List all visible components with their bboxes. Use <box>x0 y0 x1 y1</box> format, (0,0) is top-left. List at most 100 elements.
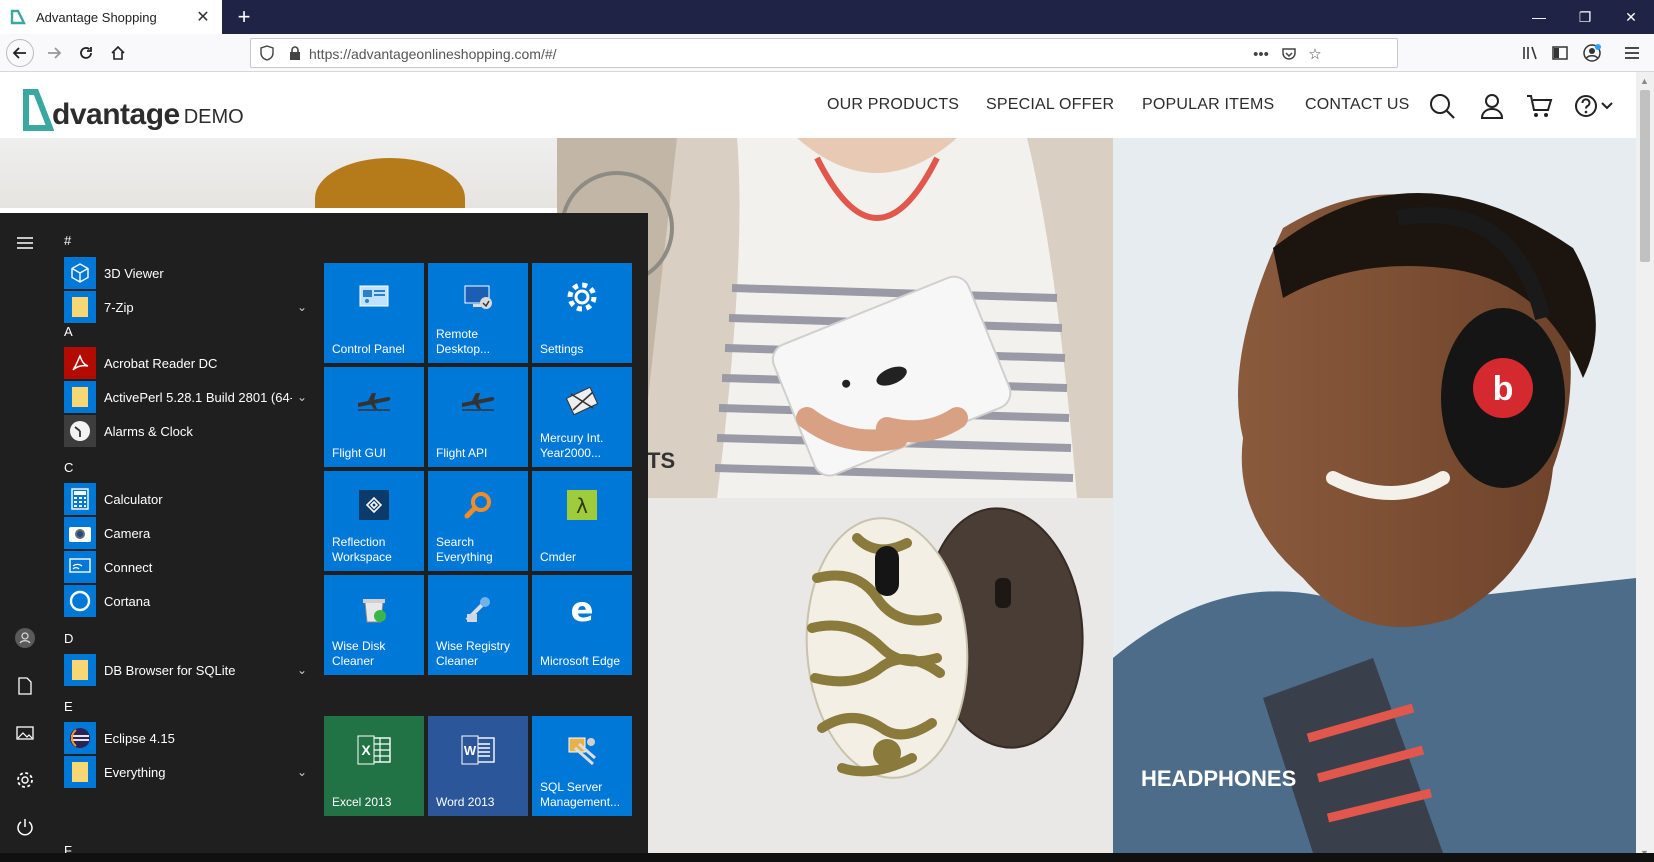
restore-icon[interactable]: ❐ <box>1562 0 1608 34</box>
nav-special-offer[interactable]: SPECIAL OFFER <box>986 96 1114 114</box>
tile-wise-disk-cleaner[interactable]: Wise Disk Cleaner <box>324 575 424 675</box>
nav-contact-us[interactable]: CONTACT US <box>1305 96 1410 114</box>
app-everything[interactable]: Everything ⌄ <box>64 755 312 789</box>
hamburger-menu-icon[interactable] <box>1620 41 1644 65</box>
tile-wise-registry-cleaner[interactable]: Wise Registry Cleaner <box>428 575 528 675</box>
cube-icon <box>64 257 96 289</box>
tile-word-2013[interactable]: W Word 2013 <box>428 716 528 816</box>
hero-speakers-image[interactable] <box>0 138 557 208</box>
taskbar-strip[interactable] <box>0 853 1654 862</box>
page-actions-icon[interactable]: ••• <box>1251 44 1271 64</box>
tile-reflection[interactable]: Reflection Workspace <box>324 471 424 571</box>
tile-remote-desktop[interactable]: Remote Desktop... <box>428 263 528 363</box>
gear-icon <box>562 277 602 317</box>
search-icon[interactable] <box>1428 92 1456 120</box>
app-3d-viewer[interactable]: 3D Viewer <box>64 256 312 290</box>
sql-server-icon <box>562 730 602 770</box>
section-letter-c[interactable]: C <box>64 460 73 475</box>
app-db-browser[interactable]: DB Browser for SQLite ⌄ <box>64 653 312 687</box>
settings-gear-icon[interactable] <box>13 768 37 792</box>
tile-label: Mercury Int. Year2000... <box>540 431 604 460</box>
forward-arrow-icon[interactable] <box>40 39 68 67</box>
lock-icon[interactable] <box>287 45 303 61</box>
tile-label: Search Everything <box>436 535 493 564</box>
back-arrow-icon[interactable] <box>6 39 34 67</box>
tile-label: Cmder <box>540 550 577 564</box>
browser-tab[interactable]: Advantage Shopping ✕ <box>0 0 222 34</box>
section-letter-a[interactable]: A <box>64 324 73 339</box>
tile-label: Settings <box>540 342 584 356</box>
scroll-up-icon[interactable]: ▲ <box>1640 76 1649 86</box>
home-icon[interactable] <box>104 39 132 67</box>
nav-our-products[interactable]: OUR PRODUCTS <box>827 96 959 114</box>
section-letter-e[interactable]: E <box>64 699 73 714</box>
chevron-down-icon[interactable]: ⌄ <box>292 663 312 677</box>
app-label: Camera <box>104 525 151 541</box>
nav-popular-items[interactable]: POPULAR ITEMS <box>1142 96 1274 114</box>
user-avatar-icon[interactable] <box>13 626 37 650</box>
app-acrobat-reader[interactable]: Acrobat Reader DC <box>64 346 312 380</box>
tile-search-everything[interactable]: Search Everything <box>428 471 528 571</box>
tracking-shield-icon[interactable] <box>259 45 275 61</box>
page-scrollbar[interactable]: ▲ ▼ <box>1636 72 1654 862</box>
library-icon[interactable] <box>1518 41 1542 65</box>
app-alarms-clock[interactable]: Alarms & Clock <box>64 414 312 448</box>
tile-flight-api[interactable]: Flight API <box>428 367 528 467</box>
calculator-icon <box>64 483 96 515</box>
tile-excel-2013[interactable]: X Excel 2013 <box>324 716 424 816</box>
tile-microsoft-edge[interactable]: e Microsoft Edge <box>532 575 632 675</box>
app-calculator[interactable]: Calculator <box>64 482 312 516</box>
app-7zip[interactable]: 7-Zip ⌄ <box>64 290 312 324</box>
registry-cleaner-icon <box>458 589 498 629</box>
connect-icon <box>64 551 96 583</box>
new-tab-button[interactable]: + <box>230 3 258 31</box>
reflection-icon <box>354 485 394 525</box>
power-icon[interactable] <box>13 815 37 839</box>
close-window-icon[interactable]: ✕ <box>1608 0 1654 34</box>
tile-cmder[interactable]: λ Cmder <box>532 471 632 571</box>
app-label: Cortana <box>104 593 151 609</box>
hero-headphones-image[interactable]: b HEADPHONES <box>1113 138 1636 853</box>
tile-label: Flight API <box>436 446 488 460</box>
cart-icon[interactable] <box>1525 92 1553 120</box>
app-connect[interactable]: Connect <box>64 550 312 584</box>
minimize-icon[interactable]: ― <box>1516 0 1562 34</box>
url-text[interactable]: https://advantageonlineshopping.com/#/ <box>309 46 557 62</box>
tile-mercury[interactable]: Mercury Int. Year2000... <box>532 367 632 467</box>
address-bar[interactable]: https://advantageonlineshopping.com/#/ •… <box>250 38 1398 68</box>
bookmark-star-icon[interactable]: ☆ <box>1305 44 1325 64</box>
speaker-shape <box>315 158 465 208</box>
app-eclipse[interactable]: Eclipse 4.15 <box>64 721 312 755</box>
app-cortana[interactable]: Cortana <box>64 584 312 618</box>
chevron-down-icon[interactable]: ⌄ <box>292 390 312 404</box>
pocket-icon[interactable] <box>1279 44 1299 64</box>
account-icon[interactable] <box>1580 41 1604 65</box>
start-hamburger-icon[interactable] <box>13 231 37 255</box>
app-camera[interactable]: Camera <box>64 516 312 550</box>
tile-sql-server[interactable]: SQL Server Management... <box>532 716 632 816</box>
close-tab-icon[interactable]: ✕ <box>192 6 214 28</box>
headphones-label[interactable]: HEADPHONES <box>1141 766 1296 792</box>
section-letter-f[interactable]: F <box>64 843 72 853</box>
reload-icon[interactable] <box>72 39 100 67</box>
advantage-logo[interactable]: dvantage DEMO <box>22 84 244 132</box>
app-label: Connect <box>104 559 153 575</box>
tile-control-panel[interactable]: Control Panel <box>324 263 424 363</box>
documents-icon[interactable] <box>13 674 37 698</box>
scroll-thumb[interactable] <box>1640 90 1650 262</box>
magnifier-icon <box>458 485 498 525</box>
app-activeperl[interactable]: ActivePerl 5.28.1 Build 2801 (64-... ⌄ <box>64 380 312 414</box>
svg-text:e: e <box>570 592 593 626</box>
chevron-down-icon[interactable]: ⌄ <box>292 765 312 779</box>
tile-label: Excel 2013 <box>332 795 392 809</box>
user-icon[interactable] <box>1478 92 1506 120</box>
chevron-down-icon[interactable]: ⌄ <box>292 300 312 314</box>
section-letter-d[interactable]: D <box>64 631 73 646</box>
sidebar-icon[interactable] <box>1548 41 1572 65</box>
tile-settings[interactable]: Settings <box>532 263 632 363</box>
help-chevron-icon[interactable] <box>1572 92 1616 120</box>
pictures-icon[interactable] <box>13 721 37 745</box>
tile-flight-gui[interactable]: Flight GUI <box>324 367 424 467</box>
section-letter-hash[interactable]: # <box>64 233 71 248</box>
headphones-man-illustration: b <box>1113 138 1636 853</box>
